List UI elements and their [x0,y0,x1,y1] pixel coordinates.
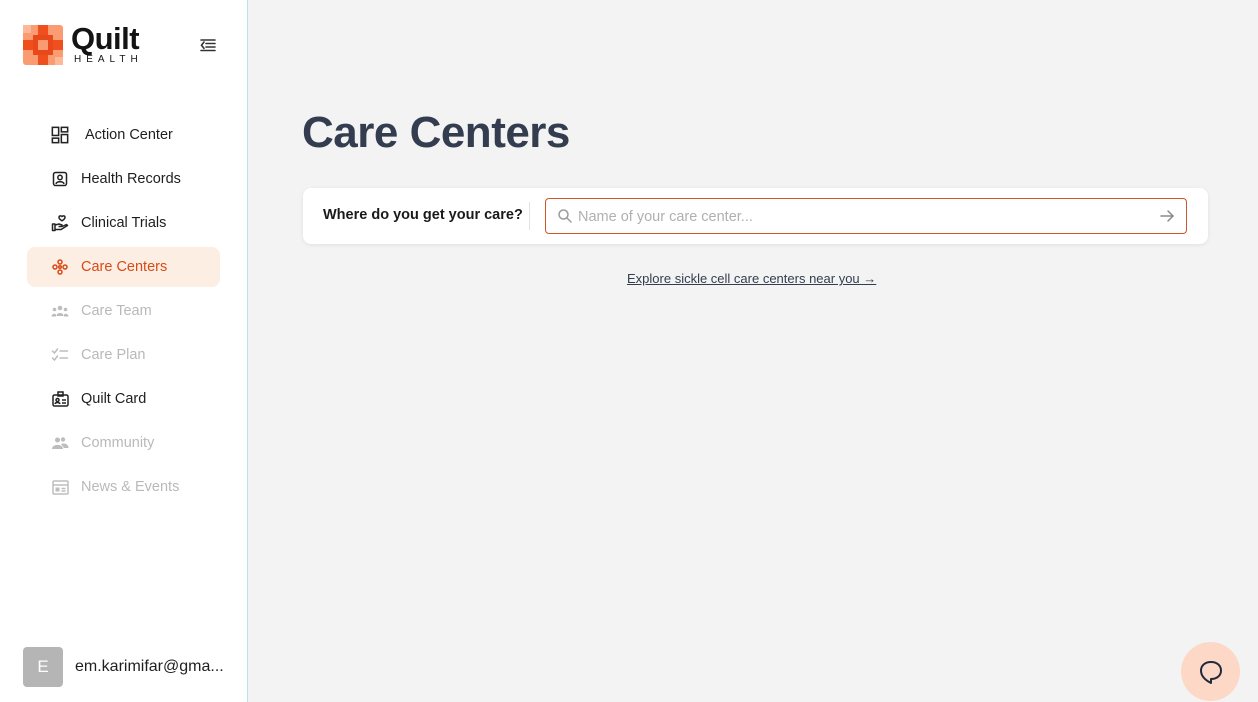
checklist-icon [51,346,69,364]
search-icon [558,209,572,223]
sidebar-item-label: Care Team [81,303,152,319]
sidebar-item-label: Care Plan [81,347,146,363]
sidebar-item-care-team: Care Team [27,291,220,331]
sidebar-item-action-center[interactable]: Action Center [27,115,220,155]
sidebar-item-label: Action Center [85,127,173,143]
quilt-logo-icon [23,25,63,65]
sidebar-item-health-records[interactable]: Health Records [27,159,220,199]
team-icon [51,302,69,320]
arrow-right-icon[interactable] [1158,207,1176,225]
sidebar-item-community: Community [27,423,220,463]
sidebar-item-label: Clinical Trials [81,215,167,231]
care-center-search-input[interactable] [576,200,1150,234]
sidebar-item-care-centers[interactable]: Care Centers [27,247,220,287]
sidebar-item-label: Quilt Card [81,391,147,407]
sidebar-item-label: Community [81,435,155,451]
id-badge-icon [51,170,69,188]
sidebar-item-label: Health Records [81,171,181,187]
search-label: Where do you get your care? [323,207,523,223]
community-icon [51,434,69,452]
dashboard-icon [51,126,69,144]
collapse-menu-icon [200,39,216,52]
quilt-health-logo[interactable]: Quilt HEALTH [23,21,153,67]
explore-care-centers-link[interactable]: Explore sickle cell care centers near yo… [627,271,876,286]
sidebar-item-label: News & Events [81,479,180,495]
sidebar-nav: Action Center Health Records Clinical Tr… [27,115,220,511]
search-box[interactable] [545,198,1187,234]
avatar: E [23,647,63,687]
care-centers-icon [51,258,69,276]
care-center-search-card: Where do you get your care? [303,188,1208,244]
chat-bubble-icon [1199,660,1222,684]
sidebar-item-quilt-card[interactable]: Quilt Card [27,379,220,419]
page-title: Care Centers [302,108,570,157]
sidebar-item-news-events: News & Events [27,467,220,507]
card-icon [51,390,69,408]
brand-tagline: HEALTH [74,54,143,65]
divider [529,202,530,230]
sidebar-item-care-plan: Care Plan [27,335,220,375]
hand-heart-icon [51,214,69,232]
sidebar-item-clinical-trials[interactable]: Clinical Trials [27,203,220,243]
user-email: em.karimifar@gma... [75,658,224,675]
chat-support-button[interactable] [1181,642,1240,701]
news-icon [51,478,69,496]
brand-name: Quilt [71,21,140,56]
sidebar: Quilt HEALTH Action Center Health Record… [0,0,248,702]
user-account[interactable]: E em.karimifar@gma... [23,647,233,687]
sidebar-item-label: Care Centers [81,259,168,275]
collapse-sidebar-button[interactable] [196,33,220,57]
